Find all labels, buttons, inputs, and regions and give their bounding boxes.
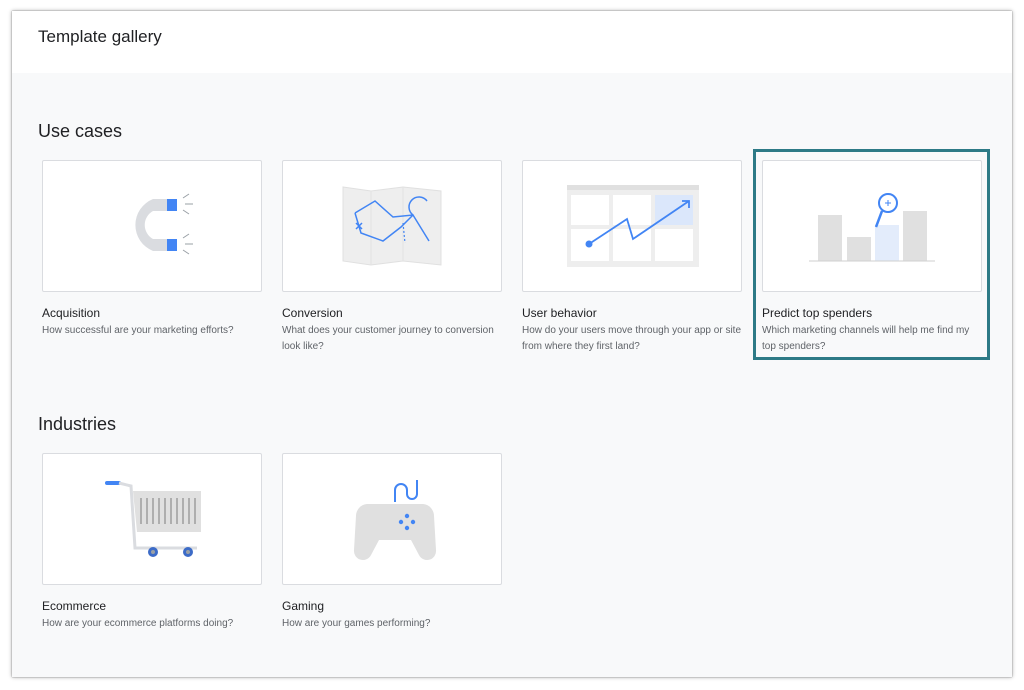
map-icon	[342, 186, 442, 266]
card-description: How are your ecommerce platforms doing?	[42, 618, 234, 629]
card-image	[282, 453, 502, 585]
card-image	[42, 160, 262, 292]
page-title: Template gallery	[38, 27, 162, 46]
card-description: How successful are your marketing effort…	[42, 325, 234, 336]
template-card-ecommerce[interactable]: Ecommerce How are your ecommerce platfor…	[42, 453, 262, 632]
user-path-icon	[567, 185, 699, 267]
template-card-acquisition[interactable]: Acquisition How successful are your mark…	[42, 160, 262, 339]
card-title: Gaming	[282, 599, 325, 613]
header: Template gallery	[12, 11, 1012, 73]
magnet-icon	[135, 193, 193, 255]
section-title-use-cases: Use cases	[38, 121, 123, 141]
template-card-gaming[interactable]: Gaming How are your games performing?	[282, 453, 502, 632]
game-controller-icon	[353, 480, 437, 560]
card-description: What does your customer journey to conve…	[282, 325, 494, 352]
card-description: How do your users move through your app …	[522, 325, 741, 352]
template-card-user-behavior[interactable]: User behavior How do your users move thr…	[522, 160, 742, 355]
card-image	[282, 160, 502, 292]
selected-card-highlight	[753, 149, 990, 360]
card-title: Ecommerce	[42, 599, 107, 613]
card-image	[522, 160, 742, 292]
card-title: User behavior	[522, 306, 597, 320]
card-description: How are your games performing?	[282, 618, 431, 629]
template-card-conversion[interactable]: Conversion What does your customer journ…	[282, 160, 502, 355]
card-image	[42, 453, 262, 585]
card-title: Conversion	[282, 306, 343, 320]
card-title: Acquisition	[42, 306, 101, 320]
section-title-industries: Industries	[38, 414, 117, 434]
template-gallery-window: Template gallery Use cases Acquisition H…	[12, 11, 1012, 677]
shopping-cart-icon	[105, 481, 201, 557]
